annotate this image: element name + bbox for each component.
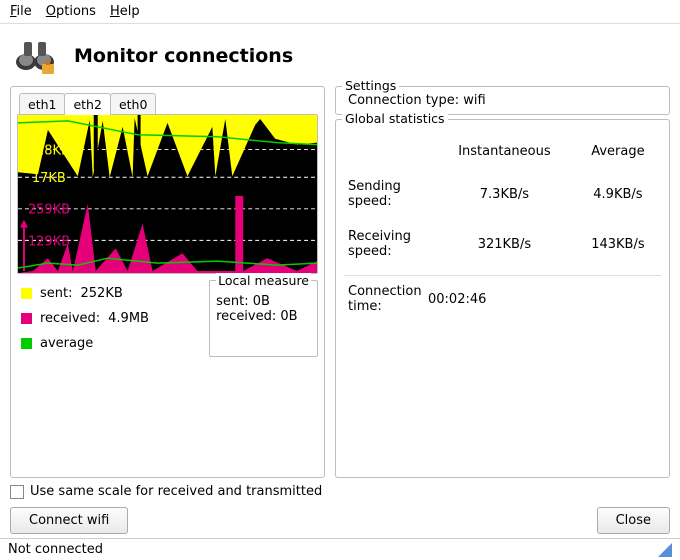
tab-eth0[interactable]: eth0 xyxy=(110,93,156,115)
local-sent: sent: 0B xyxy=(216,294,311,309)
tab-eth2[interactable]: eth2 xyxy=(64,93,110,115)
legend-sent-value: 252KB xyxy=(81,286,123,301)
status-text: Not connected xyxy=(8,542,103,557)
menu-bar: File Options Help xyxy=(0,0,680,24)
swatch-received xyxy=(21,313,32,324)
conn-time-label: Connection time: xyxy=(348,284,428,314)
menu-file[interactable]: File xyxy=(10,4,32,19)
receiving-label: Receiving speed: xyxy=(344,219,434,269)
connection-type-label: Connection type: xyxy=(348,93,459,108)
legend-sent: sent: 252KB xyxy=(21,286,199,301)
legend-sent-label: sent: xyxy=(40,286,73,301)
sending-avg: 4.9KB/s xyxy=(575,169,661,219)
receiving-instant: 321KB/s xyxy=(434,219,575,269)
same-scale-row[interactable]: Use same scale for received and transmit… xyxy=(10,484,670,499)
legend-received: received: 4.9MB xyxy=(21,311,199,326)
swatch-average xyxy=(21,338,32,349)
traffic-panel: eth1 eth2 eth0 8.8KB 17KB 259KB 129KB xyxy=(10,86,325,478)
legend-average-label: average xyxy=(40,336,93,351)
legend-received-label: received: xyxy=(40,311,100,326)
local-measure-title: Local measure xyxy=(216,273,311,288)
same-scale-label: Use same scale for received and transmit… xyxy=(30,484,322,499)
status-bar: Not connected xyxy=(0,538,680,560)
local-measure-box: Local measure sent: 0B received: 0B xyxy=(209,280,318,357)
sending-label: Sending speed: xyxy=(344,169,434,219)
conn-time-value: 00:02:46 xyxy=(428,292,486,307)
interface-tabs: eth1 eth2 eth0 xyxy=(19,93,318,115)
connection-type: Connection type: wifi xyxy=(344,91,661,110)
traffic-chart: 8.8KB 17KB 259KB 129KB xyxy=(17,114,318,274)
bottom-controls: Use same scale for received and transmit… xyxy=(0,478,680,538)
local-received: received: 0B xyxy=(216,309,311,324)
resize-grip-icon[interactable] xyxy=(658,543,672,557)
settings-title: Settings xyxy=(342,78,399,93)
col-average: Average xyxy=(575,134,661,169)
receiving-avg: 143KB/s xyxy=(575,219,661,269)
connect-button[interactable]: Connect wifi xyxy=(10,507,128,534)
chart-legend: sent: 252KB received: 4.9MB average xyxy=(17,280,203,357)
close-button[interactable]: Close xyxy=(597,507,670,534)
connection-time-row: Connection time: 00:02:46 xyxy=(344,275,661,322)
swatch-sent xyxy=(21,288,32,299)
col-instant: Instantaneous xyxy=(434,134,575,169)
same-scale-checkbox[interactable] xyxy=(10,485,24,499)
tab-eth1[interactable]: eth1 xyxy=(19,93,65,115)
svg-text:129KB: 129KB xyxy=(28,234,70,249)
connection-type-value: wifi xyxy=(463,93,485,108)
svg-text:259KB: 259KB xyxy=(28,203,70,218)
stats-table: Instantaneous Average Sending speed: 7.3… xyxy=(344,134,661,269)
info-panel: Settings Connection type: wifi Global st… xyxy=(335,86,670,478)
main-content: eth1 eth2 eth0 8.8KB 17KB 259KB 129KB xyxy=(0,86,680,478)
sending-instant: 7.3KB/s xyxy=(434,169,575,219)
legend-average: average xyxy=(21,336,199,351)
menu-options[interactable]: Options xyxy=(46,4,96,19)
global-stats-box: Global statistics Instantaneous Average … xyxy=(335,119,670,478)
global-stats-title: Global statistics xyxy=(342,111,448,126)
legend-received-value: 4.9MB xyxy=(108,311,149,326)
menu-help[interactable]: Help xyxy=(110,4,140,19)
page-title: Monitor connections xyxy=(74,45,293,67)
page-header: Monitor connections xyxy=(0,24,680,86)
binoculars-icon xyxy=(14,36,58,76)
